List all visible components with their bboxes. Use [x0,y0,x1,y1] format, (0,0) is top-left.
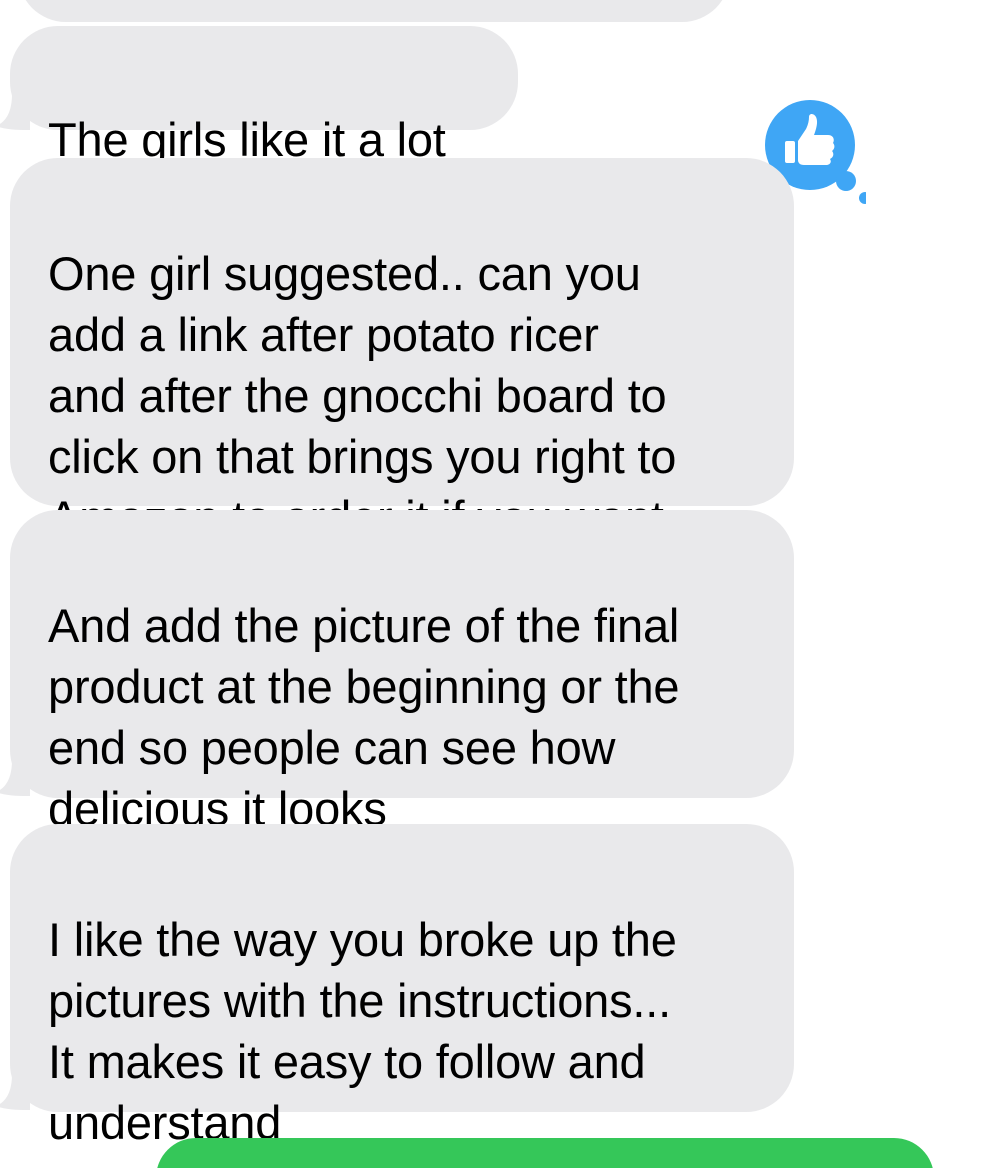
received-message-bubble-partial[interactable] [18,0,730,22]
bubble-tail [0,1074,30,1110]
message-thread: The girls like it a lot One girl suggest… [0,0,987,1168]
sent-message-bubble-partial[interactable] [156,1138,934,1168]
received-message-bubble[interactable]: I like the way you broke up the pictures… [10,824,794,1149]
received-message-bubble[interactable]: One girl suggested.. can you add a link … [10,158,794,544]
bubble-tail [0,94,30,130]
received-message-bubble[interactable]: And add the picture of the final product… [10,510,794,835]
message-text: And add the picture of the final product… [48,599,680,835]
received-message-bubble[interactable]: The girls like it a lot [10,26,518,166]
message-text: One girl suggested.. can you add a link … [48,247,677,544]
bubble-tail [0,760,30,796]
message-text: I like the way you broke up the pictures… [48,913,677,1149]
